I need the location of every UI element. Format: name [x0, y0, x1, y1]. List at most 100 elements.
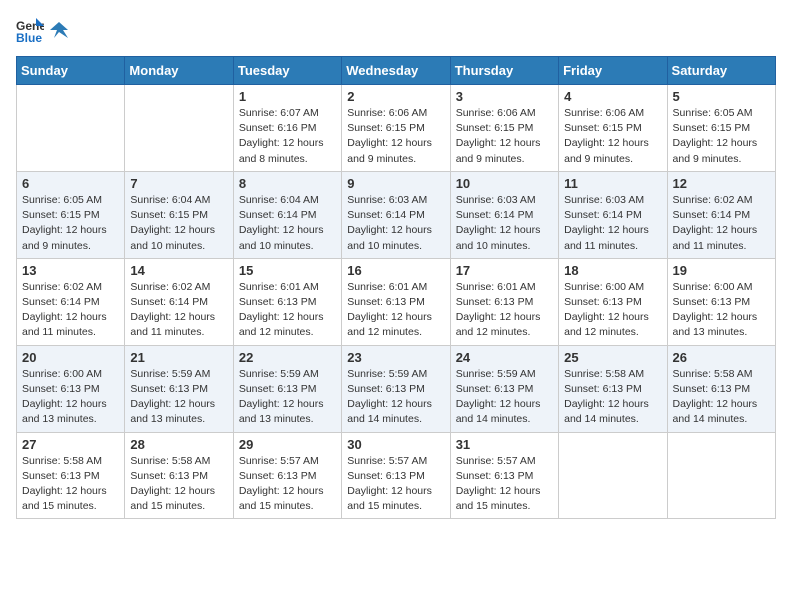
day-info: Sunrise: 5:57 AMSunset: 6:13 PMDaylight:… [239, 454, 336, 515]
svg-text:Blue: Blue [16, 31, 42, 44]
day-number: 4 [564, 89, 661, 104]
column-header-friday: Friday [559, 57, 667, 85]
day-info: Sunrise: 6:02 AMSunset: 6:14 PMDaylight:… [673, 193, 770, 254]
calendar-cell [17, 85, 125, 172]
calendar-cell: 14Sunrise: 6:02 AMSunset: 6:14 PMDayligh… [125, 258, 233, 345]
day-info: Sunrise: 6:01 AMSunset: 6:13 PMDaylight:… [239, 280, 336, 341]
day-number: 26 [673, 350, 770, 365]
day-number: 15 [239, 263, 336, 278]
day-number: 30 [347, 437, 444, 452]
day-number: 3 [456, 89, 553, 104]
day-info: Sunrise: 5:57 AMSunset: 6:13 PMDaylight:… [347, 454, 444, 515]
day-number: 17 [456, 263, 553, 278]
calendar-cell: 6 Sunrise: 6:05 AMSunset: 6:15 PMDaylight… [17, 171, 125, 258]
day-number: 24 [456, 350, 553, 365]
calendar-cell [667, 432, 775, 519]
calendar-cell: 31 Sunrise: 5:57 AMSunset: 6:13 PMDayligh… [450, 432, 558, 519]
calendar-cell: 11Sunrise: 6:03 AMSunset: 6:14 PMDayligh… [559, 171, 667, 258]
day-info: Sunrise: 6:00 AMSunset: 6:13 PMDaylight:… [564, 280, 661, 341]
day-info: Sunrise: 5:59 AMSunset: 6:13 PMDaylight:… [130, 367, 227, 428]
calendar-cell: 9 Sunrise: 6:03 AMSunset: 6:14 PMDaylight… [342, 171, 450, 258]
calendar-cell: 16 Sunrise: 6:01 AMSunset: 6:13 PMDayligh… [342, 258, 450, 345]
day-info: Sunrise: 6:07 AMSunset: 6:16 PMDaylight:… [239, 106, 336, 167]
column-header-monday: Monday [125, 57, 233, 85]
calendar-cell: 21 Sunrise: 5:59 AMSunset: 6:13 PMDayligh… [125, 345, 233, 432]
column-header-saturday: Saturday [667, 57, 775, 85]
day-number: 7 [130, 176, 227, 191]
day-number: 13 [22, 263, 119, 278]
day-number: 31 [456, 437, 553, 452]
header: General Blue [16, 16, 776, 44]
day-info: Sunrise: 6:03 AMSunset: 6:14 PMDaylight:… [456, 193, 553, 254]
day-info: Sunrise: 6:06 AMSunset: 6:15 PMDaylight:… [347, 106, 444, 167]
calendar-cell: 17Sunrise: 6:01 AMSunset: 6:13 PMDayligh… [450, 258, 558, 345]
calendar-cell: 18 Sunrise: 6:00 AMSunset: 6:13 PMDayligh… [559, 258, 667, 345]
day-number: 1 [239, 89, 336, 104]
day-info: Sunrise: 6:03 AMSunset: 6:14 PMDaylight:… [564, 193, 661, 254]
logo-bird-icon [50, 20, 68, 40]
calendar-cell: 13Sunrise: 6:02 AMSunset: 6:14 PMDayligh… [17, 258, 125, 345]
calendar-week-row: 6 Sunrise: 6:05 AMSunset: 6:15 PMDaylight… [17, 171, 776, 258]
day-info: Sunrise: 5:59 AMSunset: 6:13 PMDaylight:… [456, 367, 553, 428]
day-info: Sunrise: 6:05 AMSunset: 6:15 PMDaylight:… [673, 106, 770, 167]
logo-icon: General Blue [16, 16, 44, 44]
day-number: 18 [564, 263, 661, 278]
day-info: Sunrise: 6:00 AMSunset: 6:13 PMDaylight:… [22, 367, 119, 428]
calendar-cell: 7Sunrise: 6:04 AMSunset: 6:15 PMDaylight… [125, 171, 233, 258]
calendar-week-row: 1 Sunrise: 6:07 AMSunset: 6:16 PMDaylight… [17, 85, 776, 172]
day-number: 8 [239, 176, 336, 191]
calendar-cell: 26 Sunrise: 5:58 AMSunset: 6:13 PMDayligh… [667, 345, 775, 432]
calendar-cell: 22Sunrise: 5:59 AMSunset: 6:13 PMDayligh… [233, 345, 341, 432]
calendar-cell: 2 Sunrise: 6:06 AMSunset: 6:15 PMDaylight… [342, 85, 450, 172]
day-info: Sunrise: 5:58 AMSunset: 6:13 PMDaylight:… [673, 367, 770, 428]
logo: General Blue [16, 16, 68, 44]
calendar-cell [559, 432, 667, 519]
calendar-table: SundayMondayTuesdayWednesdayThursdayFrid… [16, 56, 776, 519]
calendar-cell [125, 85, 233, 172]
day-info: Sunrise: 6:01 AMSunset: 6:13 PMDaylight:… [347, 280, 444, 341]
calendar-cell: 24 Sunrise: 5:59 AMSunset: 6:13 PMDayligh… [450, 345, 558, 432]
day-number: 20 [22, 350, 119, 365]
calendar-cell: 27 Sunrise: 5:58 AMSunset: 6:13 PMDayligh… [17, 432, 125, 519]
day-info: Sunrise: 5:59 AMSunset: 6:13 PMDaylight:… [239, 367, 336, 428]
day-info: Sunrise: 5:57 AMSunset: 6:13 PMDaylight:… [456, 454, 553, 515]
day-info: Sunrise: 6:04 AMSunset: 6:14 PMDaylight:… [239, 193, 336, 254]
day-info: Sunrise: 5:58 AMSunset: 6:13 PMDaylight:… [22, 454, 119, 515]
calendar-cell: 25 Sunrise: 5:58 AMSunset: 6:13 PMDayligh… [559, 345, 667, 432]
calendar-cell: 23 Sunrise: 5:59 AMSunset: 6:13 PMDayligh… [342, 345, 450, 432]
calendar-cell: 28 Sunrise: 5:58 AMSunset: 6:13 PMDayligh… [125, 432, 233, 519]
calendar-cell: 4Sunrise: 6:06 AMSunset: 6:15 PMDaylight… [559, 85, 667, 172]
day-info: Sunrise: 6:05 AMSunset: 6:15 PMDaylight:… [22, 193, 119, 254]
day-number: 29 [239, 437, 336, 452]
day-number: 6 [22, 176, 119, 191]
day-info: Sunrise: 5:58 AMSunset: 6:13 PMDaylight:… [130, 454, 227, 515]
calendar-cell: 12 Sunrise: 6:02 AMSunset: 6:14 PMDayligh… [667, 171, 775, 258]
column-header-sunday: Sunday [17, 57, 125, 85]
day-info: Sunrise: 5:58 AMSunset: 6:13 PMDaylight:… [564, 367, 661, 428]
day-number: 10 [456, 176, 553, 191]
day-number: 21 [130, 350, 227, 365]
day-number: 25 [564, 350, 661, 365]
calendar-cell: 15 Sunrise: 6:01 AMSunset: 6:13 PMDayligh… [233, 258, 341, 345]
calendar-cell: 8 Sunrise: 6:04 AMSunset: 6:14 PMDaylight… [233, 171, 341, 258]
calendar-cell: 5 Sunrise: 6:05 AMSunset: 6:15 PMDaylight… [667, 85, 775, 172]
day-number: 9 [347, 176, 444, 191]
day-info: Sunrise: 6:02 AMSunset: 6:14 PMDaylight:… [130, 280, 227, 341]
calendar-week-row: 27 Sunrise: 5:58 AMSunset: 6:13 PMDayligh… [17, 432, 776, 519]
day-number: 27 [22, 437, 119, 452]
day-info: Sunrise: 5:59 AMSunset: 6:13 PMDaylight:… [347, 367, 444, 428]
calendar-week-row: 13 Sunrise: 6:02 AMSunset: 6:14 PMDayligh… [17, 258, 776, 345]
day-number: 2 [347, 89, 444, 104]
calendar-cell: 19 Sunrise: 6:00 AMSunset: 6:13 PMDayligh… [667, 258, 775, 345]
day-number: 12 [673, 176, 770, 191]
calendar-header-row: SundayMondayTuesdayWednesdayThursdayFrid… [17, 57, 776, 85]
calendar-week-row: 20 Sunrise: 6:00 AMSunset: 6:13 PMDayligh… [17, 345, 776, 432]
day-number: 19 [673, 263, 770, 278]
calendar-cell: 29 Sunrise: 5:57 AMSunset: 6:13 PMDayligh… [233, 432, 341, 519]
day-number: 28 [130, 437, 227, 452]
day-number: 16 [347, 263, 444, 278]
day-number: 23 [347, 350, 444, 365]
day-number: 5 [673, 89, 770, 104]
day-info: Sunrise: 6:03 AMSunset: 6:14 PMDaylight:… [347, 193, 444, 254]
day-info: Sunrise: 6:00 AMSunset: 6:13 PMDaylight:… [673, 280, 770, 341]
